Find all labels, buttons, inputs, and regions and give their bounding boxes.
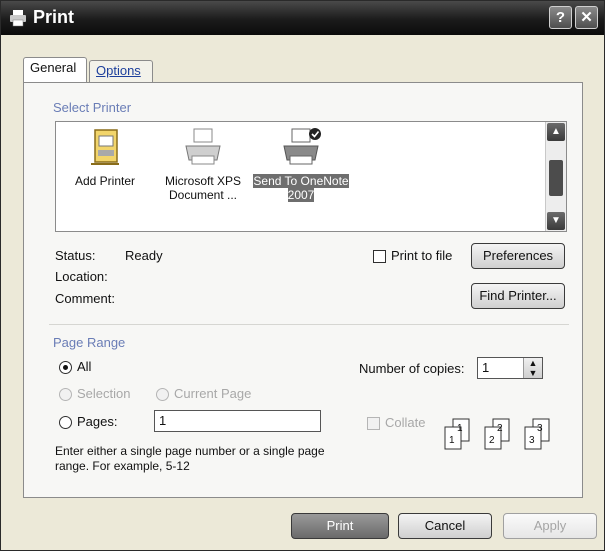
scroll-thumb[interactable]: [549, 160, 563, 196]
collate-checkbox[interactable]: [367, 417, 380, 430]
status-value: Ready: [125, 248, 163, 263]
default-printer-icon: [283, 128, 321, 165]
current-page-label: Current Page: [174, 386, 252, 401]
pages-radio[interactable]: [59, 416, 72, 429]
window-title: Print: [33, 7, 75, 27]
preferences-button[interactable]: Preferences: [471, 243, 565, 269]
location-label: Location:: [55, 269, 108, 284]
selection-radio[interactable]: [59, 388, 72, 401]
collate-illustration-icon: 1 1 2 2 3 3: [444, 418, 550, 450]
print-to-file-checkbox[interactable]: [373, 250, 386, 263]
title-bar: Print ? ✕: [1, 1, 604, 35]
printer-name: Send To OneNote 2007: [253, 174, 349, 202]
printer-name: Add Printer: [74, 174, 136, 188]
status-label: Status:: [55, 248, 96, 263]
collate-page-label: 1: [457, 423, 463, 434]
scroll-down-icon[interactable]: ▼: [547, 212, 565, 230]
printer-item-send-to-onenote[interactable]: Send To OneNote 2007: [252, 126, 350, 202]
scroll-up-icon[interactable]: ▲: [547, 123, 565, 141]
printer-icon: [185, 128, 221, 165]
print-to-file-label: Print to file: [391, 248, 453, 263]
copies-input[interactable]: 1 ▲ ▼: [477, 357, 543, 379]
tab-options[interactable]: Options: [89, 60, 153, 82]
add-printer-icon: [91, 129, 119, 165]
print-dialog: Print ? ✕ Options General Select Printer…: [0, 0, 605, 551]
cancel-button[interactable]: Cancel: [398, 513, 492, 539]
copies-label: Number of copies:: [359, 361, 465, 376]
select-printer-label: Select Printer: [53, 100, 132, 115]
print-button[interactable]: Print: [291, 513, 389, 539]
printer-item-microsoft-xps[interactable]: Microsoft XPS Document ...: [154, 126, 252, 202]
printer-list-scrollbar[interactable]: ▲ ▼: [545, 122, 566, 231]
collate-page-label: 2: [489, 435, 495, 446]
copies-value: 1: [482, 360, 490, 375]
copies-spinner[interactable]: ▲ ▼: [523, 358, 542, 378]
printer-item-add-printer[interactable]: Add Printer: [56, 126, 154, 188]
printer-icon: [10, 10, 26, 27]
selection-label: Selection: [77, 386, 131, 401]
collate-page-label: 3: [529, 435, 535, 446]
section-divider: [49, 324, 569, 325]
collate-page-label: 1: [449, 435, 455, 446]
pages-input[interactable]: 1: [154, 410, 321, 432]
printer-list[interactable]: Add Printer Microsoft XPS Document ... S…: [55, 121, 567, 232]
tab-general[interactable]: General: [23, 57, 87, 82]
collate-label: Collate: [385, 415, 426, 430]
all-radio[interactable]: [59, 361, 72, 374]
collate-page-label: 3: [537, 423, 543, 434]
printer-name: Microsoft XPS Document ...: [164, 174, 242, 202]
collate-page-label: 2: [497, 423, 503, 434]
all-label: All: [77, 359, 92, 374]
find-printer-button[interactable]: Find Printer...: [471, 283, 565, 309]
close-button[interactable]: ✕: [575, 6, 598, 29]
help-button[interactable]: ?: [549, 6, 572, 29]
apply-button[interactable]: Apply: [503, 513, 597, 539]
spin-down-icon[interactable]: ▼: [524, 368, 542, 378]
comment-label: Comment:: [55, 291, 115, 306]
pages-label: Pages:: [77, 414, 118, 429]
spin-up-icon[interactable]: ▲: [524, 358, 542, 368]
current-page-radio[interactable]: [156, 388, 169, 401]
page-range-label: Page Range: [53, 335, 126, 350]
page-range-hint: Enter either a single page number or a s…: [55, 444, 325, 473]
